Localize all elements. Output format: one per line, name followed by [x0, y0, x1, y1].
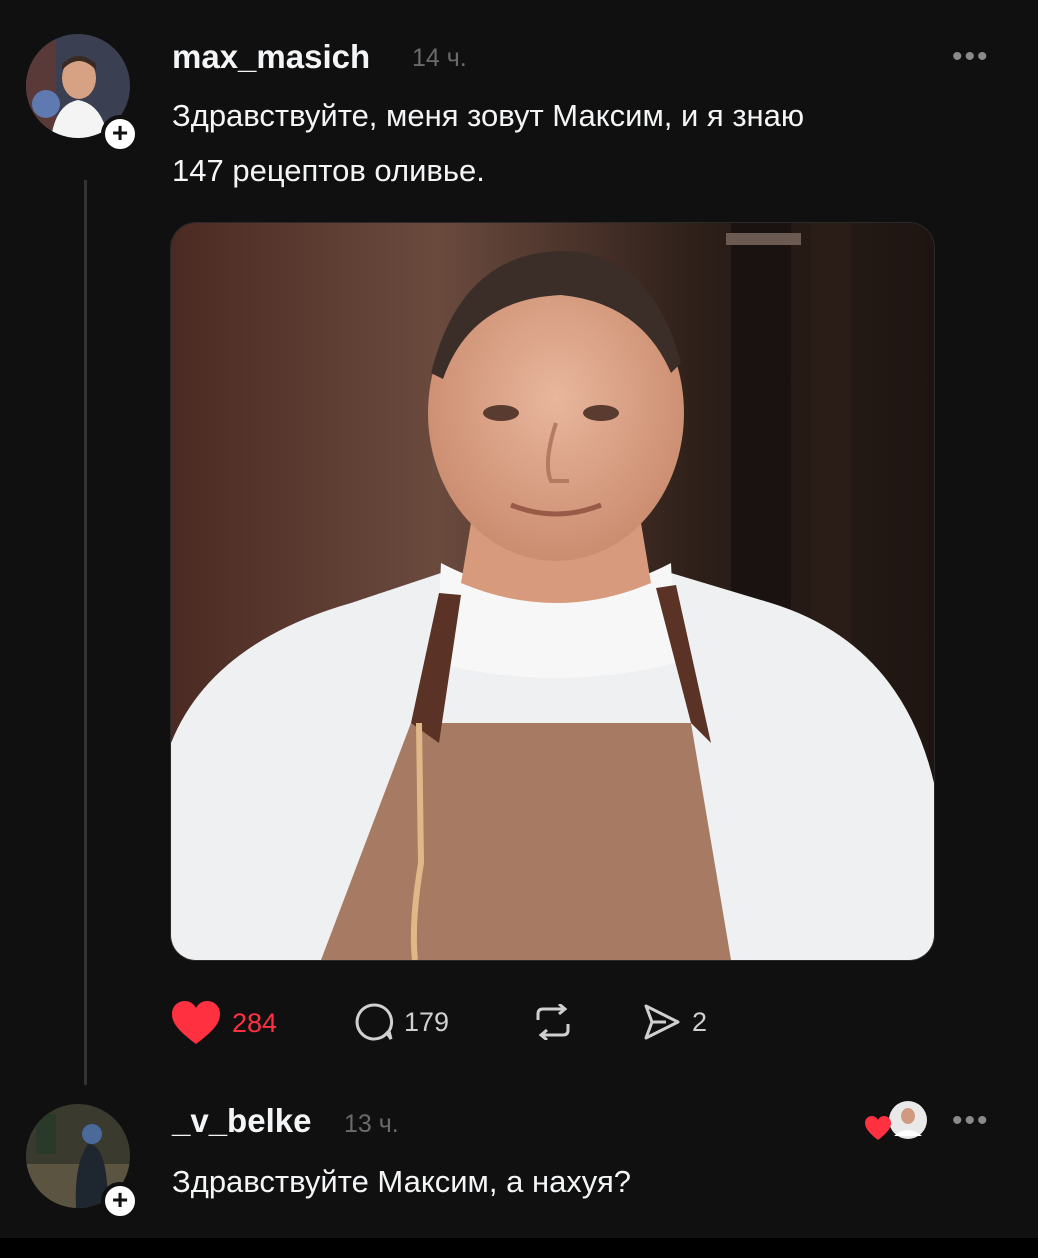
share-button[interactable]: 2: [642, 1002, 707, 1042]
post-text-line-2: 147 рецептов оливье.: [172, 153, 485, 188]
threads-screen: + max_masich 14 ч. ••• Здравствуйте, мен…: [0, 0, 1038, 1238]
like-button[interactable]: 284: [170, 1000, 277, 1046]
heart-icon: [172, 1001, 220, 1044]
follow-plus-button[interactable]: +: [101, 115, 139, 153]
comment-bubble-icon: [355, 1003, 394, 1041]
post-text: Здравствуйте, меня зовут Максим, и я зна…: [172, 94, 1022, 192]
bottom-edge: [0, 1238, 1038, 1258]
post-time: 14 ч.: [412, 44, 467, 72]
plus-icon: +: [111, 117, 129, 148]
more-icon[interactable]: •••: [952, 40, 990, 74]
plus-icon: +: [111, 1184, 129, 1215]
like-count: 284: [232, 1007, 278, 1038]
reply-more-icon[interactable]: •••: [952, 1104, 990, 1138]
post-username[interactable]: max_masich: [172, 38, 370, 76]
post-text-line-1: Здравствуйте, меня зовут Максим, и я зна…: [172, 98, 805, 133]
liked-by-author-badge: [864, 1100, 930, 1146]
reply-follow-plus-button[interactable]: +: [101, 1182, 139, 1220]
repost-icon: [536, 1004, 570, 1040]
share-count: 2: [692, 1006, 708, 1037]
repost-button[interactable]: [532, 1004, 574, 1040]
reply-text: Здравствуйте Максим, а нахуя?: [172, 1164, 631, 1199]
reply-username[interactable]: _v_belke: [172, 1102, 311, 1140]
chef-portrait-image: [171, 223, 934, 960]
post-photo[interactable]: [170, 222, 935, 961]
thread-line: [84, 180, 87, 1085]
reply-time: 13 ч.: [344, 1110, 399, 1138]
send-icon: [644, 1004, 680, 1040]
liked-by-author-icon: [865, 1101, 927, 1140]
comment-button[interactable]: 179: [354, 1002, 449, 1042]
comment-count: 179: [404, 1006, 450, 1037]
